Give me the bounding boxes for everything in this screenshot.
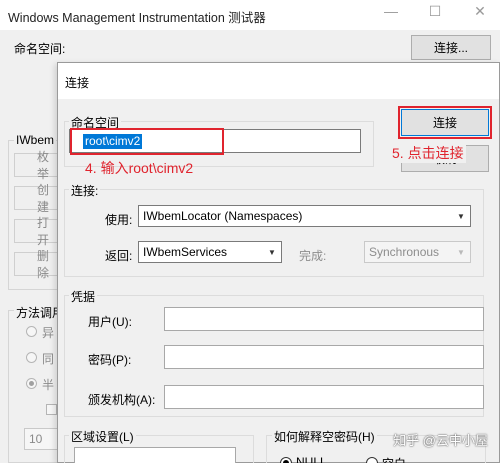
user-input[interactable] [164,307,484,331]
chevron-down-icon: ▼ [457,211,465,221]
chevron-down-icon: ▼ [457,247,465,257]
bg-checkbox[interactable] [46,404,57,415]
sync-radio[interactable] [26,352,37,363]
completion-select[interactable]: Synchronous ▼ [364,241,471,263]
authority-input[interactable] [164,385,484,409]
empty-radio-label: 空白 [382,455,406,463]
step5-annotation: 5. 点击连接 [390,143,466,163]
main-connect-button[interactable]: 连接... [411,35,491,60]
watermark: 知乎 @云中小屋 [393,430,488,449]
semisync-radio-label: 半 [42,378,55,392]
main-window-titlebar: Windows Management Instrumentation 测试器 —… [0,0,500,30]
null-radio[interactable] [280,457,292,463]
authority-label: 颁发机构(A): [88,393,156,407]
using-select[interactable]: IWbemLocator (Namespaces) ▼ [138,205,471,227]
returns-select[interactable]: IWbemServices ▼ [138,241,282,263]
user-label: 用户(U): [88,315,132,329]
open-button[interactable]: 打开 [14,216,60,247]
using-value: IWbemLocator (Namespaces) [143,209,303,223]
async-radio-label: 异 [42,326,55,340]
chevron-down-icon: ▼ [268,247,276,257]
dialog-titlebar: 连接 [58,63,499,99]
dialog-title: 连接 [65,76,90,90]
completion-value: Synchronous [369,245,440,259]
watermark-text: 知乎 @云中小屋 [393,433,488,448]
semisync-radio[interactable] [26,378,37,389]
step4-annotation: 4. 输入root\cimv2 [85,160,194,176]
enum-button[interactable]: 枚举 [14,150,60,181]
password-input[interactable] [164,345,484,369]
credentials-group-label: 凭据 [69,288,98,305]
iwbem-group-label: IWbem [14,133,57,147]
main-namespace-label: 命名空间: [14,42,66,56]
completion-label: 完成: [299,249,327,263]
close-icon[interactable]: ✕ [465,0,495,22]
null-radio-label: NULL [296,455,327,463]
empty-radio[interactable] [366,457,378,463]
connection-group-label: 连接: [69,182,101,199]
using-label: 使用: [105,213,133,227]
connect-dialog: 连接 命名空间 root\cimv2 4. 输入root\cimv2 连接 取消… [57,62,500,463]
returns-label: 返回: [105,249,133,263]
delete-button[interactable]: 删除 [14,249,60,280]
async-radio[interactable] [26,326,37,337]
namespace-highlight-box [70,128,224,155]
password-interpret-group-label: 如何解释空密码(H) [272,428,377,445]
maximize-icon[interactable]: ☐ [420,0,450,22]
sync-radio-label: 同 [42,352,55,366]
password-label: 密码(P): [88,353,132,367]
connect-highlight-box [398,106,492,139]
minimize-icon[interactable]: — [376,0,406,22]
locale-input[interactable] [74,447,236,463]
create-button[interactable]: 创建 [14,183,60,214]
locale-group-label: 区域设置(L) [69,428,136,445]
main-window-title: Windows Management Instrumentation 测试器 [8,11,266,25]
returns-value: IWbemServices [143,245,228,259]
